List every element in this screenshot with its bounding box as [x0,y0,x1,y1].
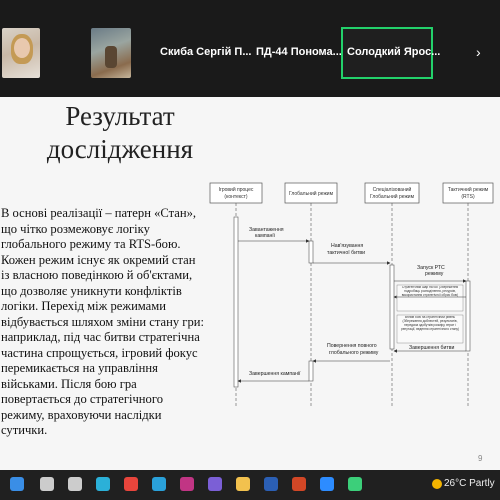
lifeline-sublabel: Глобальний режим [370,193,415,200]
message-return-global: Повернення повного глобального режиму [312,343,390,363]
weather-text[interactable]: 26°C Partly [444,478,495,489]
slide-title-line-2: дослідження [46,134,194,164]
message-impose-battle: Нав'язування тактичної битви [313,243,391,265]
svg-text:глобального режиму: глобального режиму [329,350,379,356]
slide-title: Результат дослідження [40,100,200,166]
participant-video-2[interactable] [91,28,131,78]
svg-text:Нав'язування: Нав'язування [331,243,363,249]
search-icon[interactable] [40,477,54,491]
sequence-diagram: Ігровий процес (контекст) Глобальний реж… [205,177,495,417]
note-text: Стратегічний шар на бої (Збереження подр… [401,286,459,297]
message-battle-end: Завершення битви [393,345,466,353]
slide-title-line-1: Результат [65,101,175,131]
lifeline-label: Ігровий процес [219,186,254,193]
active-speaker-tile[interactable]: Солодкий Ярос... [341,27,440,79]
slide-body-text: В основі реалізації – патерн «Стан», що … [1,206,205,437]
note-text: Вплив бою на стратегічний рівень (Збереж… [400,316,460,331]
message-load-campaign: Завантаження кампанії [238,227,310,243]
lifeline-sublabel: (контекст) [224,194,247,200]
participant-figure [105,46,117,68]
word-icon[interactable] [264,477,278,491]
sequence-diagram-svg: Ігровий процес (контекст) Глобальний реж… [209,182,494,407]
lifeline-sublabel: (RTS) [461,194,475,200]
message-campaign-end: Завершення кампанії [237,371,309,383]
svg-text:тактичної битви: тактичної битви [327,250,365,256]
zoom-icon[interactable] [320,477,334,491]
next-participants-arrow-icon[interactable]: › [476,44,481,60]
participant-video-1[interactable] [2,28,40,78]
message-launch-rts: Запуск РТС режиму [394,265,467,283]
chrome-icon[interactable] [124,477,138,491]
taskbar: 26°C Partly [0,470,500,500]
edge-icon[interactable] [96,477,110,491]
svg-text:Завершення кампанії: Завершення кампанії [249,371,301,377]
lifeline-label: Спеціалізований [373,186,412,193]
participant-name-1[interactable]: Скиба Сергій П... [160,46,252,58]
svg-text:режиму: режиму [425,271,444,277]
viber-icon[interactable] [208,477,222,491]
svg-text:Повернення повного: Повернення повного [327,343,377,349]
task-view-icon[interactable] [68,477,82,491]
note-strategic-layer: Стратегічний шар на бої (Збереження подр… [393,284,466,312]
lifeline-label: Тактичний режим [448,186,489,193]
telegram-icon[interactable] [152,477,166,491]
instagram-icon[interactable] [180,477,194,491]
participant-name-2[interactable]: ПД-44 Понома... [256,46,342,58]
active-speaker-name: Солодкий Ярос... [347,46,441,58]
presentation-slide: Результат дослідження В основі реалізаці… [0,97,500,470]
svg-text:Завершення битви: Завершення битви [409,345,455,351]
weather-icon[interactable] [432,479,442,489]
start-icon[interactable] [10,477,24,491]
svg-text:кампанії: кампанії [255,233,276,239]
app-icon[interactable] [348,477,362,491]
folder-icon[interactable] [236,477,250,491]
lifeline-label: Глобальний режим [289,190,334,197]
zoom-participant-strip: Скиба Сергій П... ПД-44 Понома... Солодк… [0,0,500,97]
powerpoint-icon[interactable] [292,477,306,491]
participant-face [14,38,30,58]
note-battle-impact: Вплив бою на стратегічний рівень (Збереж… [396,314,464,344]
slide-page-number: 9 [478,454,483,463]
